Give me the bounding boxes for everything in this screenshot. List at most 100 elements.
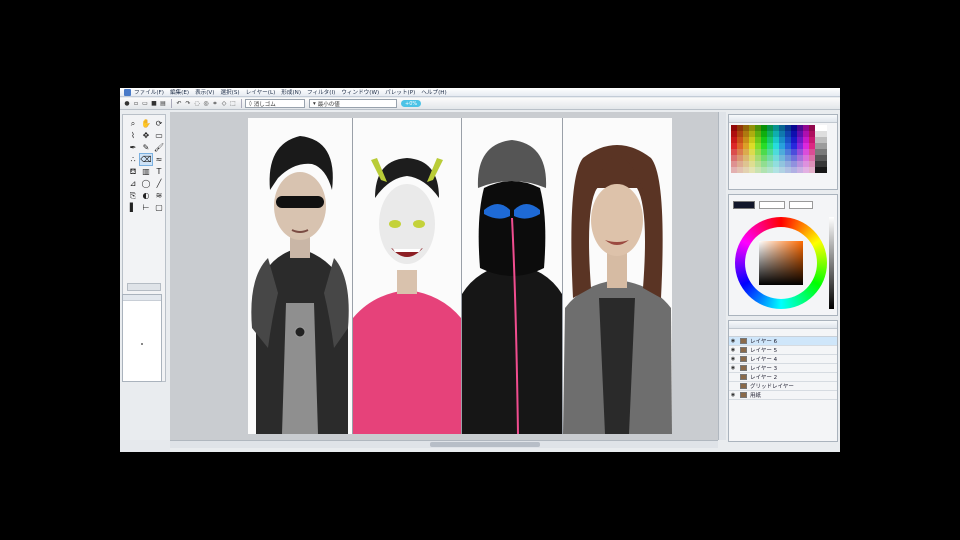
layer-row[interactable]: ◉ レイヤー 5 bbox=[729, 346, 837, 355]
layer-row[interactable]: ◉ レイヤー 3 bbox=[729, 364, 837, 373]
menu-palette[interactable]: パレット(P) bbox=[385, 88, 415, 96]
marker-icon[interactable]: ▌ bbox=[127, 202, 139, 213]
airbrush-icon[interactable]: ∴ bbox=[127, 154, 139, 165]
menu-view[interactable]: 表示(V) bbox=[195, 88, 214, 96]
tool-grid: ⌕ ✋ ⟳ ⌇ ✥ ▭ ✒ ✎ 🖌 ∴ ⌫ ≈ ⛾ ▥ T ⊿ ◯ ╱ ⎘ ◐ ≋ ▌ ⊢ ▢ bbox=[123, 115, 165, 216]
crop-icon[interactable]: ⌗ bbox=[211, 100, 219, 108]
line-icon[interactable]: ╱ bbox=[153, 178, 165, 189]
brush-select[interactable]: ◊ 消しゴム bbox=[245, 99, 305, 108]
menu-window[interactable]: ウィンドウ(W) bbox=[341, 88, 379, 96]
rotate-icon[interactable]: ⟳ bbox=[153, 118, 165, 129]
transform-icon[interactable]: ⬚ bbox=[229, 100, 237, 108]
current-color-chip[interactable] bbox=[733, 201, 755, 209]
chevron-down-icon: ▾ bbox=[313, 100, 316, 107]
brush-icon[interactable]: 🖌 bbox=[153, 142, 165, 153]
text-icon[interactable]: T bbox=[153, 166, 165, 177]
eye-icon[interactable]: ◉ bbox=[729, 365, 737, 371]
zoom-icon[interactable]: ⌕ bbox=[127, 118, 139, 129]
layer-name: レイヤー 6 bbox=[750, 339, 778, 345]
value-slider[interactable] bbox=[829, 217, 834, 309]
color-wheel-panel bbox=[728, 194, 838, 316]
menu-shape[interactable]: 形成(N) bbox=[281, 88, 301, 96]
layer-list: ◉ レイヤー 6 ◉ レイヤー 5 ◉ レイヤー 4 ◉ レイヤー 3 レイヤー 2 グリッドレイ… bbox=[729, 337, 837, 400]
record-icon[interactable]: ● bbox=[123, 100, 131, 108]
frame-icon[interactable]: ▢ bbox=[153, 202, 165, 213]
stamp-icon[interactable]: ⎘ bbox=[127, 190, 139, 201]
secondary-color-chip[interactable] bbox=[759, 201, 785, 209]
saturation-value-box[interactable] bbox=[759, 241, 803, 285]
vertical-scrollbar[interactable] bbox=[718, 112, 726, 440]
toolbar-separator bbox=[241, 99, 242, 108]
gradient-icon[interactable]: ▥ bbox=[140, 166, 152, 177]
menu-select[interactable]: 選択(S) bbox=[220, 88, 239, 96]
move-icon[interactable]: ✥ bbox=[140, 130, 152, 141]
layer-panel: ◉ レイヤー 6 ◉ レイヤー 5 ◉ レイヤー 4 ◉ レイヤー 3 レイヤー 2 グリッドレイ… bbox=[728, 320, 838, 442]
opacity-badge[interactable]: +0% bbox=[401, 100, 422, 107]
smudge-icon[interactable]: ≋ bbox=[153, 190, 165, 201]
select-rect-icon[interactable]: ▭ bbox=[153, 130, 165, 141]
swatch-grid bbox=[729, 123, 837, 175]
blur-icon[interactable]: ≈ bbox=[153, 154, 165, 165]
color-swatch-panel bbox=[728, 114, 838, 190]
eyedropper-icon[interactable]: ⊿ bbox=[127, 178, 139, 189]
scroll-thumb[interactable] bbox=[430, 442, 540, 447]
deselect-icon[interactable]: ◌ bbox=[193, 100, 201, 108]
fill-icon[interactable]: ◇ bbox=[220, 100, 228, 108]
menu-help[interactable]: ヘルプ(H) bbox=[421, 88, 446, 96]
eye-icon[interactable]: ◉ bbox=[729, 392, 737, 398]
color-value-field[interactable] bbox=[789, 201, 813, 209]
eye-icon[interactable]: ◉ bbox=[729, 347, 737, 353]
layer-thumbnail bbox=[740, 383, 747, 389]
toolbar-separator bbox=[171, 99, 172, 108]
layer-thumbnail bbox=[740, 338, 747, 344]
menu-edit[interactable]: 編集(E) bbox=[170, 88, 189, 96]
save-icon[interactable]: ■ bbox=[150, 100, 158, 108]
layer-row[interactable]: ◉ レイヤー 6 bbox=[729, 337, 837, 346]
menu-layer[interactable]: レイヤー(L) bbox=[246, 88, 276, 96]
eye-icon[interactable]: ◉ bbox=[729, 356, 737, 362]
open-file-icon[interactable]: ▭ bbox=[141, 100, 149, 108]
eye-icon[interactable]: ◉ bbox=[729, 338, 737, 344]
color-swatch[interactable] bbox=[821, 167, 827, 173]
mode-select[interactable]: ▾ 最小の値 bbox=[309, 99, 397, 108]
new-file-icon[interactable]: ▫ bbox=[132, 100, 140, 108]
menu-filter[interactable]: フィルタ(I) bbox=[307, 88, 335, 96]
pencil-icon[interactable]: ✎ bbox=[140, 142, 152, 153]
print-icon[interactable]: ▤ bbox=[159, 100, 167, 108]
letterbox-bottom bbox=[120, 452, 840, 540]
pen-icon[interactable]: ✒ bbox=[127, 142, 139, 153]
right-dock: ◉ レイヤー 6 ◉ レイヤー 5 ◉ レイヤー 4 ◉ レイヤー 3 レイヤー 2 グリッドレイ… bbox=[726, 112, 840, 452]
layer-thumbnail bbox=[740, 392, 747, 398]
ruler-icon[interactable]: ⊢ bbox=[140, 202, 152, 213]
layer-row[interactable]: レイヤー 2 bbox=[729, 373, 837, 382]
layer-row[interactable]: グリッドレイヤー bbox=[729, 382, 837, 391]
layer-thumbnail bbox=[740, 356, 747, 362]
letterbox-top bbox=[120, 0, 840, 88]
app-icon bbox=[124, 88, 131, 96]
eraser-small-icon: ◊ bbox=[249, 100, 252, 107]
select-all-icon[interactable]: ◎ bbox=[202, 100, 210, 108]
horizontal-scrollbar[interactable] bbox=[170, 440, 718, 448]
navigator-header bbox=[123, 295, 161, 301]
paint-app-window: ファイル(F) 編集(E) 表示(V) 選択(S) レイヤー(L) 形成(N) … bbox=[120, 88, 840, 452]
layer-row[interactable]: ◉ レイヤー 4 bbox=[729, 355, 837, 364]
shape-icon[interactable]: ◯ bbox=[140, 178, 152, 189]
layer-opacity-bar[interactable] bbox=[729, 329, 837, 337]
lasso-icon[interactable]: ⌇ bbox=[127, 130, 139, 141]
redo-icon[interactable]: ↷ bbox=[184, 100, 192, 108]
status-bar bbox=[120, 440, 170, 452]
layer-name: 用紙 bbox=[750, 393, 762, 399]
toolbar: ● ▫ ▭ ■ ▤ ↶ ↷ ◌ ◎ ⌗ ◇ ⬚ ◊ 消しゴム ▾ 最小の値 +0% bbox=[120, 98, 840, 110]
drawing-canvas[interactable] bbox=[248, 118, 672, 434]
layer-name: レイヤー 3 bbox=[750, 366, 778, 372]
menu-file[interactable]: ファイル(F) bbox=[134, 88, 164, 96]
layer-row[interactable]: ◉ 用紙 bbox=[729, 391, 837, 400]
bucket-icon[interactable]: ⛾ bbox=[127, 166, 139, 177]
undo-icon[interactable]: ↶ bbox=[175, 100, 183, 108]
letterbox-left bbox=[0, 0, 120, 540]
hue-wheel[interactable] bbox=[735, 217, 827, 309]
dodge-icon[interactable]: ◐ bbox=[140, 190, 152, 201]
hand-icon[interactable]: ✋ bbox=[140, 118, 152, 129]
eraser-icon[interactable]: ⌫ bbox=[139, 153, 153, 166]
portrait-panel-2 bbox=[353, 118, 461, 434]
